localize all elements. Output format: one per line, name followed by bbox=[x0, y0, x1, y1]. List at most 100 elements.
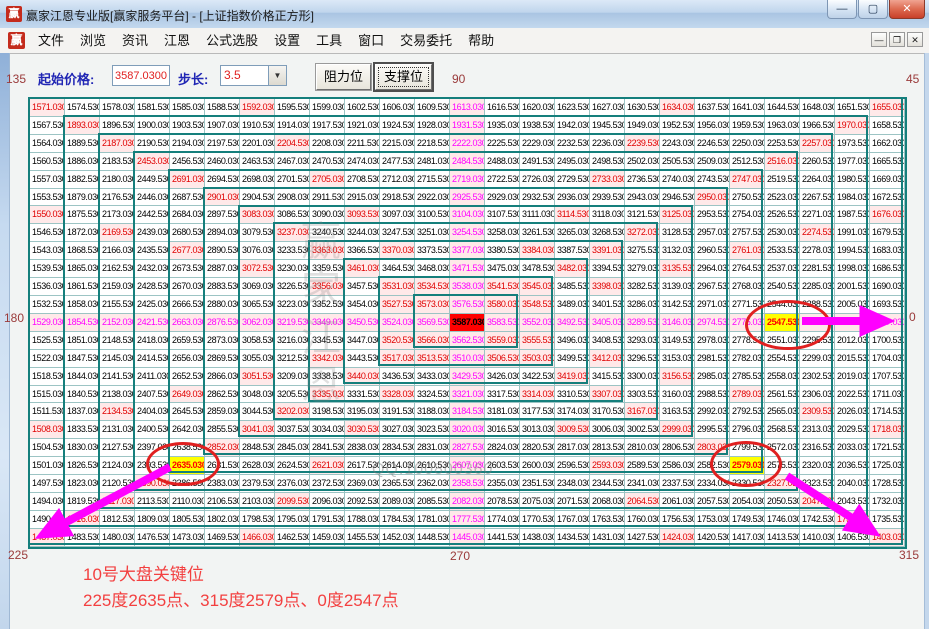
grid-cell: 1672.5300 bbox=[870, 189, 905, 207]
grid-cell: 1655.0300 bbox=[870, 99, 905, 117]
grid-cell: 2005.0300 bbox=[835, 296, 870, 314]
menu-item-8[interactable]: 交易委托 bbox=[392, 28, 460, 53]
grid-cell: 3254.5300 bbox=[450, 224, 485, 242]
menu-item-0[interactable]: 文件 bbox=[30, 28, 72, 53]
grid-cell: 3226.5300 bbox=[275, 278, 310, 296]
grid-cell: 1606.0300 bbox=[380, 99, 415, 117]
grid-cell: 1511.5300 bbox=[30, 403, 65, 421]
grid-cell: 1620.0300 bbox=[520, 99, 555, 117]
menu-item-2[interactable]: 资讯 bbox=[114, 28, 156, 53]
grid-cell: 3048.0300 bbox=[240, 386, 275, 404]
grid-cell: 2932.5300 bbox=[520, 189, 555, 207]
angle-label-135: 135 bbox=[6, 72, 26, 86]
mdi-close-button[interactable]: ✕ bbox=[907, 32, 923, 47]
step-select[interactable]: 3.5 ▼ bbox=[220, 65, 287, 86]
chevron-down-icon[interactable]: ▼ bbox=[268, 66, 286, 85]
grid-cell: 3181.0300 bbox=[485, 403, 520, 421]
grid-cell: 2950.0300 bbox=[695, 189, 730, 207]
grid-cell: 1599.0300 bbox=[310, 99, 345, 117]
grid-cell-key-level: 2547.5300 bbox=[765, 314, 800, 332]
menu-item-5[interactable]: 设置 bbox=[266, 28, 308, 53]
grid-cell: 3359.5300 bbox=[310, 260, 345, 278]
start-price-input[interactable] bbox=[112, 65, 170, 86]
grid-cell: 1742.5300 bbox=[800, 511, 835, 529]
grid-cell: 2502.0300 bbox=[625, 153, 660, 171]
menu-item-7[interactable]: 窗口 bbox=[350, 28, 392, 53]
grid-cell: 2708.5300 bbox=[345, 171, 380, 189]
grid-cell: 1753.0300 bbox=[695, 511, 730, 529]
grid-cell: 2855.5300 bbox=[205, 421, 240, 439]
grid-cell: 1651.5300 bbox=[835, 99, 870, 117]
grid-cell: 1938.5300 bbox=[520, 117, 555, 135]
grid-cell: 1819.5300 bbox=[65, 493, 100, 511]
support-button[interactable]: 支撑位 bbox=[375, 64, 432, 90]
grid-cell: 2603.5300 bbox=[485, 457, 520, 475]
grid-cell: 2509.0300 bbox=[695, 153, 730, 171]
grid-cell: 1704.0300 bbox=[870, 350, 905, 368]
grid-cell: 1735.5300 bbox=[870, 511, 905, 529]
grid-cell: 1900.0300 bbox=[135, 117, 170, 135]
grid-cell: 2229.0300 bbox=[520, 135, 555, 153]
grid-cell: 1648.0300 bbox=[800, 99, 835, 117]
grid-cell: 1536.0300 bbox=[30, 278, 65, 296]
grid-cell: 2260.5300 bbox=[800, 153, 835, 171]
grid-cell: 1613.0300 bbox=[450, 99, 485, 117]
grid-cell: 2404.0300 bbox=[135, 403, 170, 421]
grid-cell: 1508.0300 bbox=[30, 421, 65, 439]
grid-cell: 2358.5300 bbox=[450, 475, 485, 493]
grid-cell: 3349.0300 bbox=[310, 314, 345, 332]
grid-cell: 2498.5300 bbox=[590, 153, 625, 171]
grid-cell: 1490.5300 bbox=[30, 511, 65, 529]
grid-cell: 2057.5300 bbox=[695, 493, 730, 511]
grid-cell: 2880.0300 bbox=[205, 296, 240, 314]
grid-cell: 3307.0300 bbox=[590, 386, 625, 404]
grid-cell: 2239.5300 bbox=[625, 135, 660, 153]
grid-cell: 2012.0300 bbox=[835, 332, 870, 350]
grid-cell: 3100.5300 bbox=[415, 206, 450, 224]
grid-cell: 2271.0300 bbox=[800, 206, 835, 224]
grid-cell: 3352.5300 bbox=[310, 296, 345, 314]
mdi-restore-button[interactable]: ❐ bbox=[889, 32, 905, 47]
grid-cell: 2043.5300 bbox=[835, 493, 870, 511]
grid-cell: 2474.0300 bbox=[345, 153, 380, 171]
grid-cell: 2551.0300 bbox=[765, 332, 800, 350]
grid-cell: 3097.0300 bbox=[380, 206, 415, 224]
grid-cell: 3163.5300 bbox=[660, 403, 695, 421]
menu-item-9[interactable]: 帮助 bbox=[460, 28, 502, 53]
grid-cell: 2610.5300 bbox=[415, 457, 450, 475]
grid-cell: 2253.5300 bbox=[765, 135, 800, 153]
close-button[interactable]: ✕ bbox=[889, 0, 925, 19]
grid-cell: 2152.0300 bbox=[100, 314, 135, 332]
grid-cell: 2691.0300 bbox=[170, 171, 205, 189]
grid-cell: 2033.0300 bbox=[835, 439, 870, 457]
grid-cell: 3412.0300 bbox=[590, 350, 625, 368]
menu-item-3[interactable]: 江恩 bbox=[156, 28, 198, 53]
grid-cell: 2054.0300 bbox=[730, 493, 765, 511]
grid-cell: 3244.0300 bbox=[345, 224, 380, 242]
grid-cell: 2848.5300 bbox=[240, 439, 275, 457]
maximize-button[interactable]: ▢ bbox=[858, 0, 888, 19]
grid-cell: 2771.5300 bbox=[730, 296, 765, 314]
grid-cell: 2208.0300 bbox=[310, 135, 345, 153]
grid-cell: 2120.5300 bbox=[100, 475, 135, 493]
mdi-minimize-button[interactable]: — bbox=[871, 32, 887, 47]
grid-cell: 2330.5300 bbox=[730, 475, 765, 493]
grid-cell: 3198.5300 bbox=[310, 403, 345, 421]
minimize-button[interactable]: — bbox=[827, 0, 857, 19]
grid-cell: 2313.0300 bbox=[800, 421, 835, 439]
grid-cell: 2673.5300 bbox=[170, 260, 205, 278]
grid-cell: 2586.0300 bbox=[660, 457, 695, 475]
grid-cell: 2929.0300 bbox=[485, 189, 520, 207]
menu-item-4[interactable]: 公式选股 bbox=[198, 28, 266, 53]
grid-cell: 1714.5300 bbox=[870, 403, 905, 421]
grid-cell: 2078.5300 bbox=[485, 493, 520, 511]
grid-cell: 1616.5300 bbox=[485, 99, 520, 117]
grid-cell: 2621.0300 bbox=[310, 457, 345, 475]
resistance-button[interactable]: 阻力位 bbox=[316, 64, 371, 90]
grid-cell: 2617.5300 bbox=[345, 457, 380, 475]
menu-item-6[interactable]: 工具 bbox=[308, 28, 350, 53]
menu-item-1[interactable]: 浏览 bbox=[72, 28, 114, 53]
grid-cell: 1459.0300 bbox=[310, 529, 345, 547]
angle-label-0: 0 bbox=[909, 310, 916, 324]
grid-cell: 2453.0300 bbox=[135, 153, 170, 171]
